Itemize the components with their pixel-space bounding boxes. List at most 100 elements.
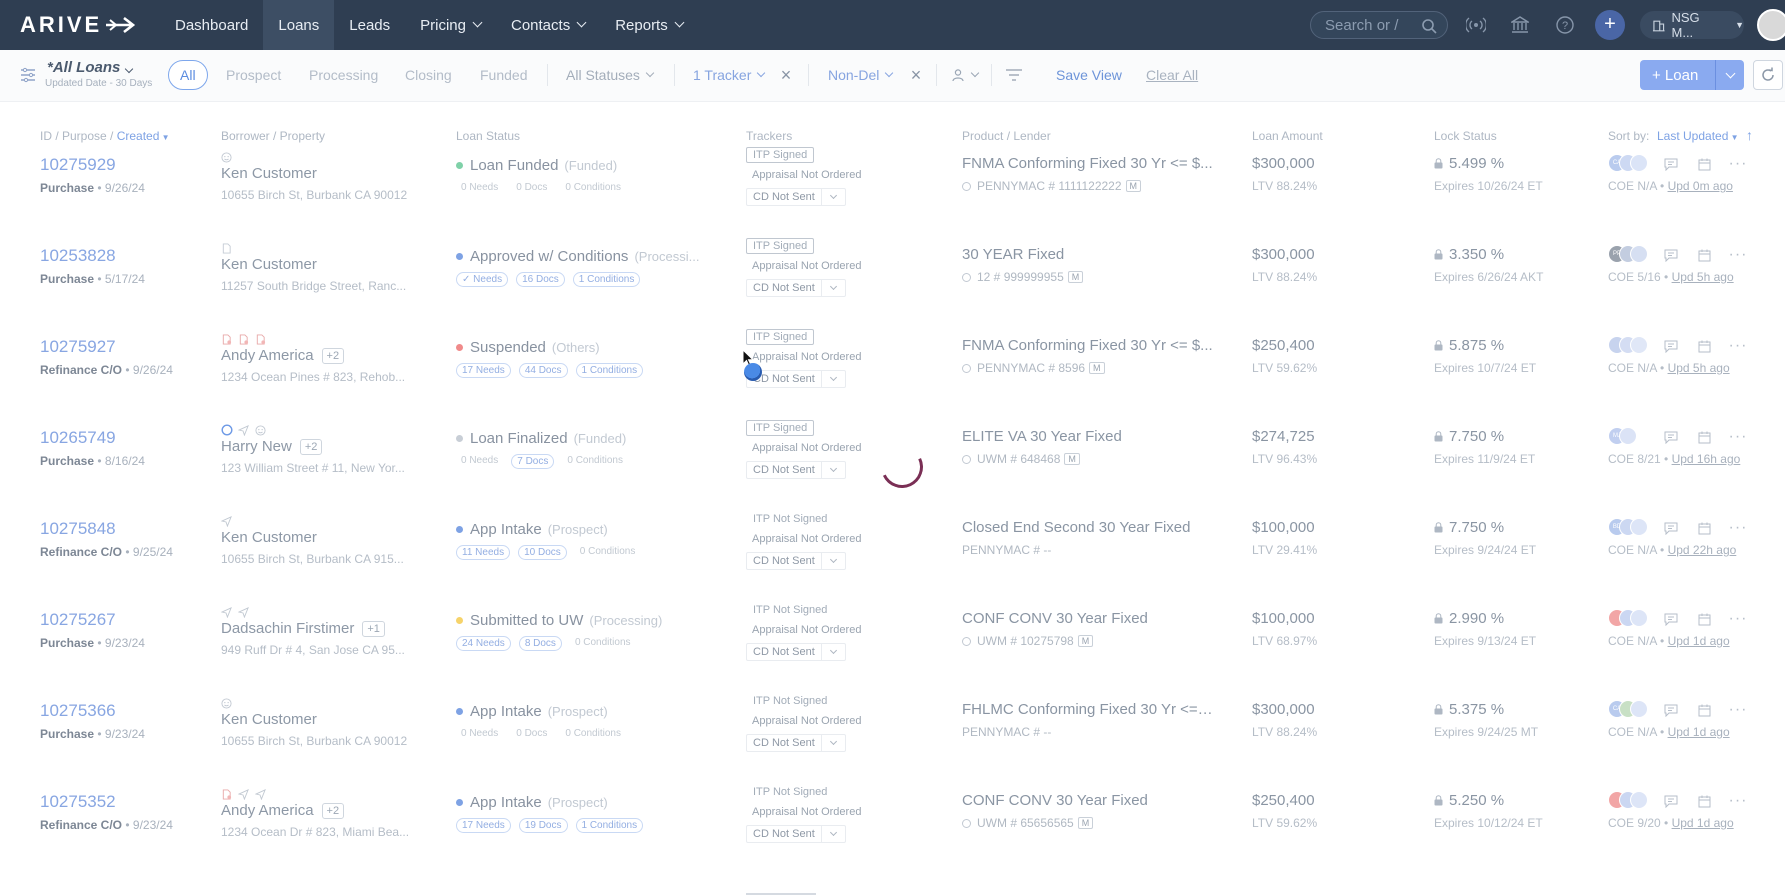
more-options-icon[interactable]: ··· [1729,792,1747,810]
last-updated-link[interactable]: Upd 5h ago [1668,361,1730,375]
more-options-icon[interactable]: ··· [1729,701,1747,719]
nav-item-reports[interactable]: Reports [600,0,698,50]
cd-tracker-dropdown[interactable] [820,462,845,478]
last-updated-link[interactable]: Upd 5h ago [1672,270,1734,284]
team-avatars[interactable]: MJ [1608,427,1637,445]
team-avatars[interactable] [1608,336,1648,354]
loan-id-link[interactable]: 10253828 [40,246,116,266]
stage-closing[interactable]: Closing [405,60,452,90]
more-options-icon[interactable]: ··· [1729,337,1747,355]
cd-tracker[interactable]: CD Not Sent [746,825,846,843]
org-switcher[interactable]: NSG M... ▼ [1640,10,1744,40]
itp-tracker[interactable]: ITP Signed [746,147,815,163]
clear-channel-filter-icon[interactable]: × [906,65,926,85]
calendar-icon[interactable] [1695,792,1713,810]
co-borrower-count[interactable]: +1 [362,620,385,637]
team-avatar[interactable] [1630,791,1648,809]
cd-tracker[interactable]: CD Not Sent [746,461,846,479]
assignee-filter[interactable] [951,60,980,90]
table-row[interactable]: 10275927 Refinance C/O • 9/26/24 Andy Am… [0,323,1785,414]
loan-id-link[interactable]: 10275267 [40,610,116,630]
advanced-filter-icon[interactable] [1005,60,1023,90]
product-name[interactable]: CONF CONV 30 Year Fixed [962,610,1214,627]
calendar-icon[interactable] [1695,610,1713,628]
more-options-icon[interactable]: ··· [1729,246,1747,264]
last-updated-link[interactable]: Upd 22h ago [1668,543,1737,557]
docs-count[interactable]: 7 Docs [511,454,555,469]
borrower-name[interactable]: Andy America +2 [221,802,345,819]
conditions-count[interactable]: 0 Conditions [562,454,628,469]
save-view-link[interactable]: Save View [1056,67,1122,83]
borrower-name[interactable]: Andy America +2 [221,347,345,364]
product-name[interactable]: CONF CONV 30 Year Fixed [962,792,1214,809]
user-avatar[interactable] [1757,9,1785,41]
cd-tracker[interactable]: CD Not Sent [746,552,846,570]
cd-tracker-dropdown[interactable] [820,280,845,296]
docs-count[interactable]: 8 Docs [518,636,562,651]
docs-count[interactable]: 44 Docs [518,363,568,378]
calendar-icon[interactable] [1695,519,1713,537]
needs-count[interactable]: 0 Needs [456,181,503,194]
appraisal-tracker[interactable]: Appraisal Not Ordered [752,351,861,363]
cd-tracker-dropdown[interactable] [820,371,845,387]
chat-icon[interactable] [1662,610,1680,628]
conditions-count[interactable]: 0 Conditions [560,727,626,740]
borrower-name[interactable]: Harry New +2 [221,438,323,455]
team-avatar[interactable] [1630,609,1648,627]
borrower-name[interactable]: Ken Customer [221,529,317,546]
cd-tracker-dropdown[interactable] [820,826,845,842]
loan-id-link[interactable]: 10275352 [40,792,116,812]
itp-tracker[interactable]: ITP Not Signed [746,602,834,618]
chat-icon[interactable] [1662,337,1680,355]
needs-count[interactable]: 0 Needs [456,454,503,469]
stage-prospect[interactable]: Prospect [226,60,281,90]
product-name[interactable]: ELITE VA 30 Year Fixed [962,428,1214,445]
conditions-count[interactable]: 0 Conditions [575,545,641,560]
bank-icon[interactable] [1509,14,1531,36]
co-borrower-count[interactable]: +2 [321,347,345,364]
search-icon[interactable] [1421,18,1437,34]
loan-status[interactable]: Submitted to UW (Processing) [456,612,662,629]
product-name[interactable]: FNMA Conforming Fixed 30 Yr <= $... [962,155,1214,172]
loan-id-link[interactable]: 10275927 [40,337,116,357]
appraisal-tracker[interactable]: Appraisal Not Ordered [752,169,861,181]
borrower-name[interactable]: Dadsachin Firstimer +1 [221,620,385,637]
team-avatar[interactable] [1630,518,1648,536]
docs-count[interactable]: 10 Docs [518,545,567,560]
cd-tracker[interactable]: CD Not Sent [746,643,846,661]
table-row[interactable]: 10253828 Purchase • 5/17/24 Ken Customer… [0,232,1785,323]
needs-count[interactable]: 17 Needs [456,818,511,833]
appraisal-tracker[interactable]: Appraisal Not Ordered [752,806,861,818]
table-row[interactable]: 10275366 Purchase • 9/23/24 Ken Customer… [0,687,1785,778]
cd-tracker-dropdown[interactable] [820,189,845,205]
chat-icon[interactable] [1662,792,1680,810]
team-avatar[interactable] [1630,245,1648,263]
more-options-icon[interactable]: ··· [1729,428,1747,446]
new-loan-label[interactable]: + Loan [1640,60,1716,90]
calendar-icon[interactable] [1695,337,1713,355]
cd-tracker[interactable]: CD Not Sent [746,734,846,752]
product-name[interactable]: Closed End Second 30 Year Fixed [962,519,1214,536]
appraisal-tracker[interactable]: Appraisal Not Ordered [752,715,861,727]
itp-tracker[interactable]: ITP Not Signed [746,511,834,527]
quick-add-icon[interactable]: + [1595,10,1625,40]
team-avatar[interactable] [1630,700,1648,718]
team-avatar[interactable] [1630,154,1648,172]
conditions-count[interactable]: 0 Conditions [560,181,626,194]
needs-count[interactable]: 0 Needs [456,727,503,740]
loan-id-link[interactable]: 10275366 [40,701,116,721]
loan-id-link[interactable]: 10275848 [40,519,116,539]
appraisal-tracker[interactable]: Appraisal Not Ordered [752,624,861,636]
team-avatars[interactable] [1608,791,1648,809]
product-name[interactable]: 30 YEAR Fixed [962,246,1214,263]
docs-count[interactable]: 0 Docs [511,181,552,194]
loan-status[interactable]: Loan Finalized (Funded) [456,430,626,447]
itp-tracker[interactable]: ITP Not Signed [746,784,834,800]
new-loan-button[interactable]: + Loan [1640,60,1744,90]
conditions-count[interactable]: 1 Conditions [575,363,644,378]
cd-tracker-dropdown[interactable] [820,644,845,660]
last-updated-link[interactable]: Upd 16h ago [1672,452,1741,466]
saved-view-selector[interactable]: *All Loans [47,59,134,76]
calendar-icon[interactable] [1695,701,1713,719]
itp-tracker[interactable]: ITP Signed [746,238,815,254]
